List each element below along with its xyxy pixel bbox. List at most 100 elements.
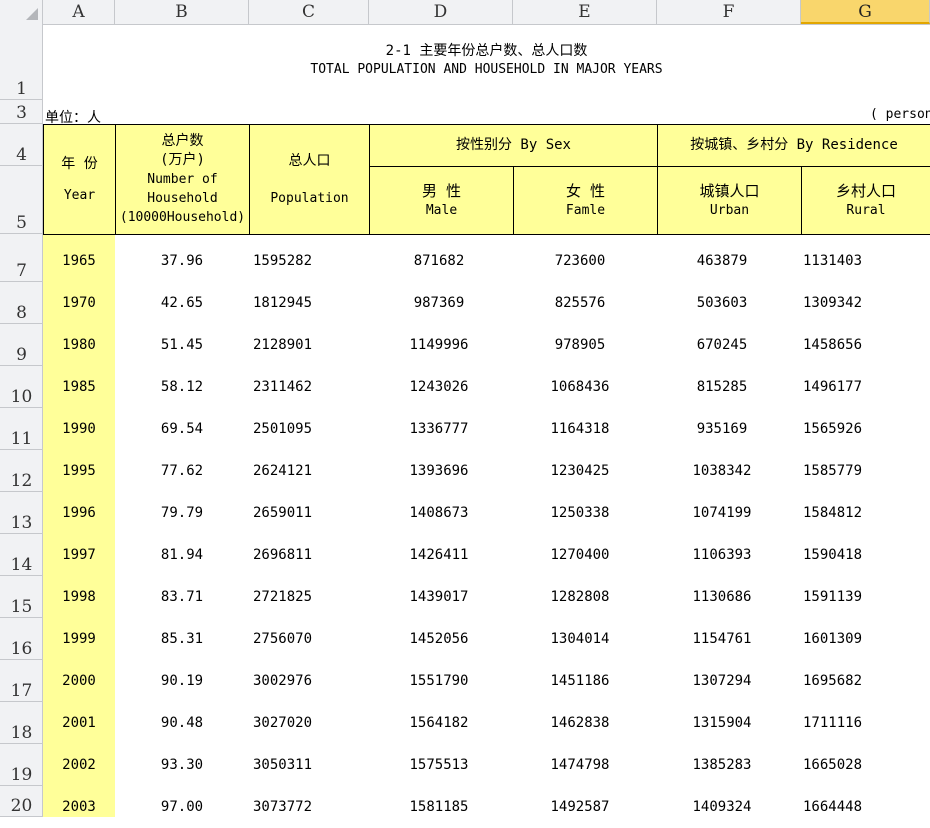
cell-household[interactable]: 83.71 [115,576,249,618]
cell-household[interactable]: 79.79 [115,492,249,534]
select-all-corner[interactable] [0,0,43,24]
cell-female[interactable]: 1304014 [513,618,647,660]
cell-male[interactable]: 1408673 [369,492,509,534]
cell-year[interactable]: 1999 [43,618,115,660]
row-header-11[interactable]: 11 [0,408,43,450]
row-header-3[interactable]: 3 [0,100,43,124]
cell-female[interactable]: 1282808 [513,576,647,618]
cell-population[interactable]: 2501095 [253,408,373,450]
row-header-16[interactable]: 16 [0,618,43,660]
cell-rural[interactable]: 1664448 [803,786,930,828]
header-by-residence[interactable]: 按城镇、乡村分 By Residence [657,124,930,167]
cell-rural[interactable]: 1565926 [803,408,930,450]
cell-household[interactable]: 81.94 [115,534,249,576]
header-rural[interactable]: 乡村人口 Rural [801,166,930,235]
cell-year[interactable]: 2003 [43,786,115,828]
column-header-f[interactable]: F [657,0,801,24]
cell-household[interactable]: 97.00 [115,786,249,828]
row-header-9[interactable]: 9 [0,324,43,366]
table-title-cn[interactable]: 2-1 主要年份总户数、总人口数 [43,40,930,60]
cell-female[interactable]: 1451186 [513,660,647,702]
column-header-b[interactable]: B [115,0,249,24]
cell-male[interactable]: 1551790 [369,660,509,702]
cell-population[interactable]: 1812945 [253,282,373,324]
cell-population[interactable]: 2624121 [253,450,373,492]
cell-female[interactable]: 1250338 [513,492,647,534]
cell-rural[interactable]: 1591139 [803,576,930,618]
cell-year[interactable]: 2002 [43,744,115,786]
cell-household[interactable]: 42.65 [115,282,249,324]
header-population[interactable]: 总人口 Population [249,124,370,235]
cell-population[interactable]: 2721825 [253,576,373,618]
cell-population[interactable]: 3073772 [253,786,373,828]
cell-population[interactable]: 2311462 [253,366,373,408]
cell-urban[interactable]: 670245 [657,324,787,366]
header-household[interactable]: 总户数 (万户) Number of Household (10000House… [115,124,250,235]
cell-urban[interactable]: 463879 [657,240,787,282]
cell-urban[interactable]: 815285 [657,366,787,408]
column-header-g[interactable]: G [801,0,930,24]
cell-male[interactable]: 987369 [369,282,509,324]
cell-female[interactable]: 1462838 [513,702,647,744]
cell-urban[interactable]: 1106393 [657,534,787,576]
cell-male[interactable]: 1393696 [369,450,509,492]
cell-population[interactable]: 2696811 [253,534,373,576]
cell-year[interactable]: 1996 [43,492,115,534]
cell-rural[interactable]: 1585779 [803,450,930,492]
cell-urban[interactable]: 1307294 [657,660,787,702]
header-by-sex[interactable]: 按性别分 By Sex [369,124,658,167]
row-header-14[interactable]: 14 [0,534,43,576]
cell-female[interactable]: 1474798 [513,744,647,786]
cell-population[interactable]: 3050311 [253,744,373,786]
cell-year[interactable]: 1970 [43,282,115,324]
column-header-c[interactable]: C [249,0,369,24]
cell-rural[interactable]: 1711116 [803,702,930,744]
cell-male[interactable]: 1439017 [369,576,509,618]
cell-population[interactable]: 3002976 [253,660,373,702]
cell-year[interactable]: 1990 [43,408,115,450]
table-title-en[interactable]: TOTAL POPULATION AND HOUSEHOLD IN MAJOR … [43,62,930,77]
cell-female[interactable]: 825576 [513,282,647,324]
header-male[interactable]: 男 性 Male [369,166,514,235]
header-urban[interactable]: 城镇人口 Urban [657,166,802,235]
cell-household[interactable]: 37.96 [115,240,249,282]
cell-household[interactable]: 51.45 [115,324,249,366]
column-header-d[interactable]: D [369,0,513,24]
cell-female[interactable]: 1270400 [513,534,647,576]
column-header-e[interactable]: E [513,0,657,24]
cell-rural[interactable]: 1496177 [803,366,930,408]
cell-male[interactable]: 1243026 [369,366,509,408]
row-header-12[interactable]: 12 [0,450,43,492]
cell-female[interactable]: 1164318 [513,408,647,450]
cell-population[interactable]: 3027020 [253,702,373,744]
cell-urban[interactable]: 503603 [657,282,787,324]
cell-male[interactable]: 1452056 [369,618,509,660]
cell-rural[interactable]: 1309342 [803,282,930,324]
row-header-20[interactable]: 20 [0,786,43,817]
cell-male[interactable]: 1426411 [369,534,509,576]
cell-rural[interactable]: 1665028 [803,744,930,786]
cell-rural[interactable]: 1695682 [803,660,930,702]
cell-urban[interactable]: 1038342 [657,450,787,492]
cell-rural[interactable]: 1131403 [803,240,930,282]
cell-household[interactable]: 90.19 [115,660,249,702]
row-header-8[interactable]: 8 [0,282,43,324]
row-header-4[interactable]: 4 [0,124,43,166]
cell-urban[interactable]: 1074199 [657,492,787,534]
row-header-7[interactable]: 7 [0,234,43,282]
cell-male[interactable]: 871682 [369,240,509,282]
cell-year[interactable]: 1995 [43,450,115,492]
cell-female[interactable]: 1068436 [513,366,647,408]
cell-year[interactable]: 1985 [43,366,115,408]
cell-household[interactable]: 69.54 [115,408,249,450]
cell-male[interactable]: 1149996 [369,324,509,366]
cell-year[interactable]: 1998 [43,576,115,618]
row-header-15[interactable]: 15 [0,576,43,618]
row-header-18[interactable]: 18 [0,702,43,744]
cell-rural[interactable]: 1458656 [803,324,930,366]
cell-male[interactable]: 1336777 [369,408,509,450]
cell-household[interactable]: 58.12 [115,366,249,408]
cell-urban[interactable]: 1154761 [657,618,787,660]
cell-year[interactable]: 2001 [43,702,115,744]
cell-male[interactable]: 1575513 [369,744,509,786]
